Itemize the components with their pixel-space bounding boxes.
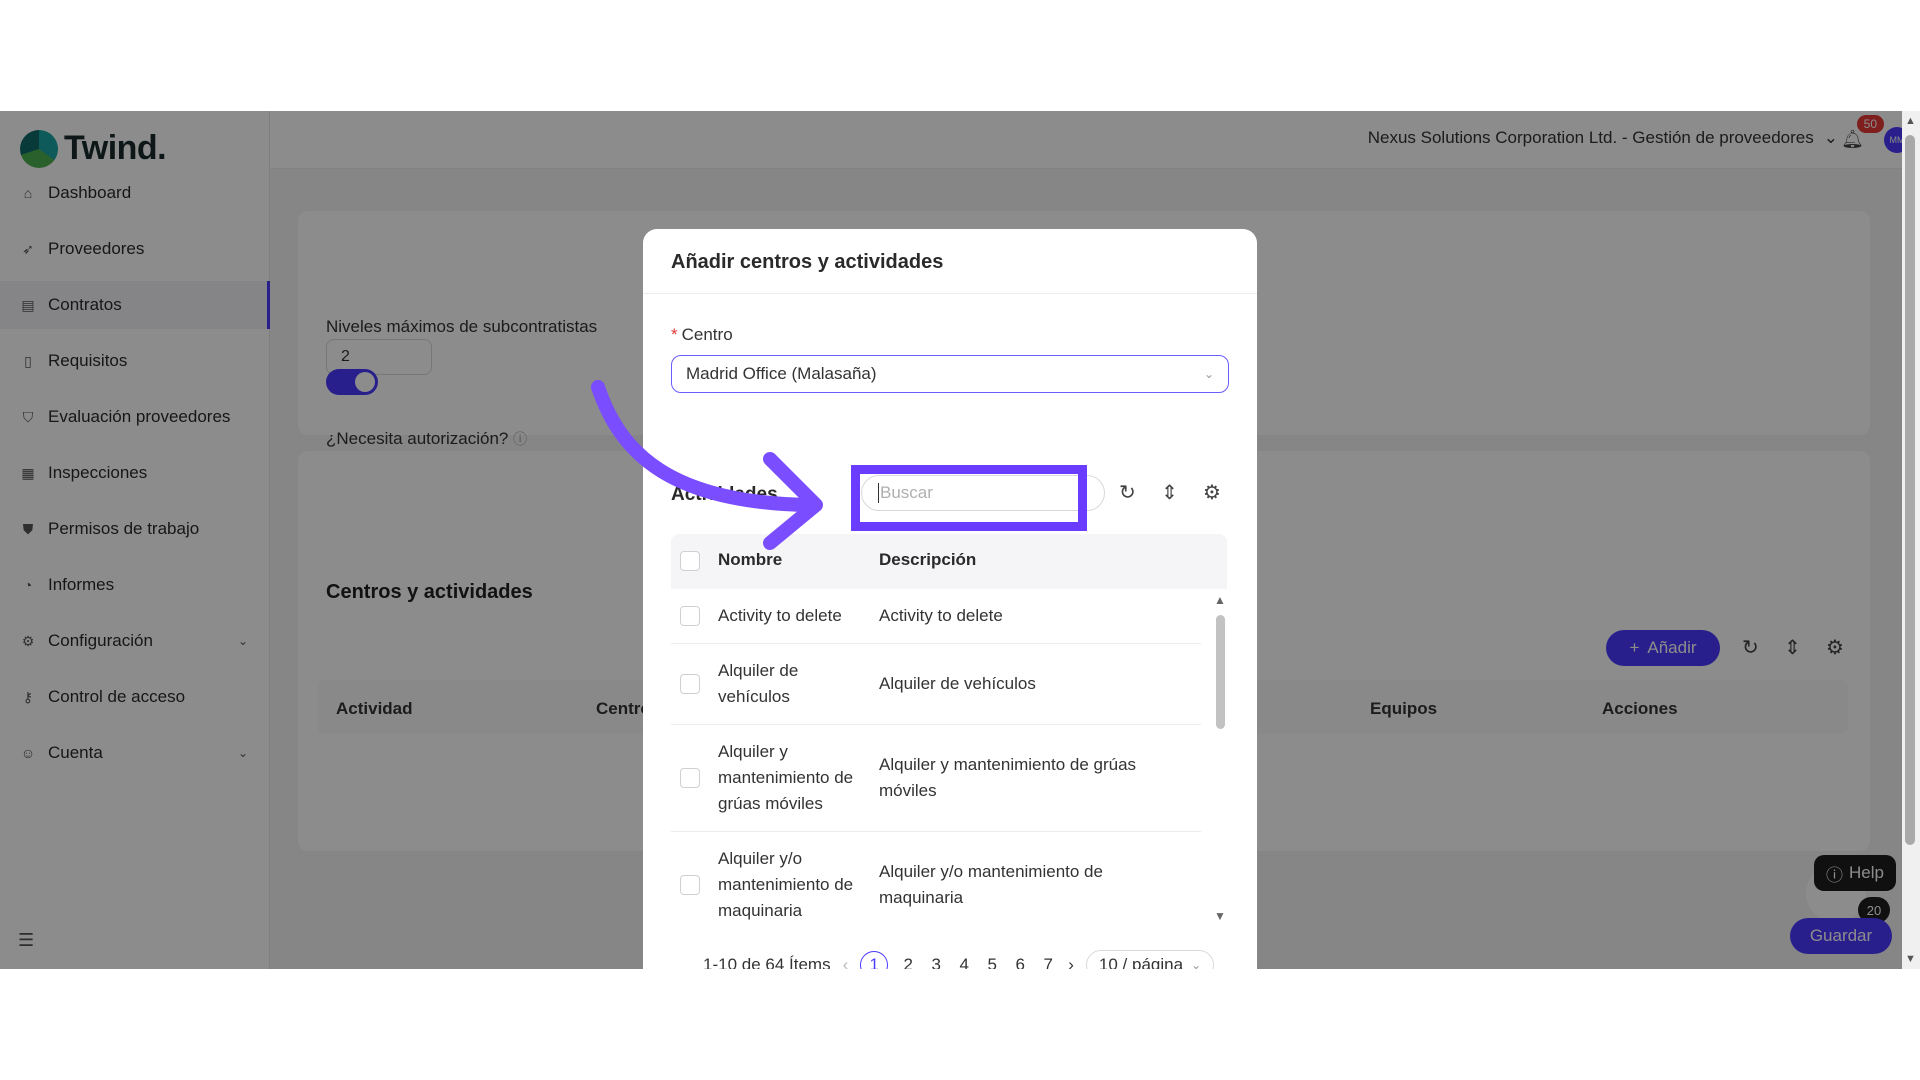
page-5[interactable]: 5: [984, 955, 1000, 969]
scroll-down-icon[interactable]: ▼: [1905, 953, 1916, 965]
scroll-up-icon[interactable]: ▲: [1214, 593, 1226, 607]
row-checkbox[interactable]: [680, 768, 700, 788]
scroll-up-icon[interactable]: ▲: [1905, 115, 1916, 127]
select-all-checkbox[interactable]: [680, 551, 700, 571]
add-centers-modal: Añadir centros y actividades * Centro Mad…: [643, 229, 1257, 969]
app-window: Twind. ⌂ Dashboard ➶ Proveedores ▤ Contr…: [0, 111, 1920, 969]
settings-icon[interactable]: ⚙: [1203, 480, 1221, 505]
column-name: Nombre: [718, 550, 783, 569]
page-7[interactable]: 7: [1040, 955, 1056, 969]
pagination: 1-10 de 64 Ítems ‹ 1 2 3 4 5 6 7 › 10 / …: [703, 949, 1233, 969]
chevron-down-icon: ⌄: [1203, 367, 1214, 381]
row-name: Alquiler de vehículos: [718, 661, 799, 706]
next-page-icon[interactable]: ›: [1068, 955, 1074, 969]
table-row[interactable]: Alquiler y mantenimiento de grúas móvile…: [671, 725, 1201, 832]
table-row[interactable]: Activity to delete Activity to delete: [671, 589, 1201, 644]
window-scrollbar-thumb[interactable]: [1905, 135, 1915, 845]
table-row[interactable]: Alquiler de vehículos Alquiler de vehícu…: [671, 644, 1201, 725]
centro-label: * Centro: [671, 325, 733, 345]
centro-label-text: Centro: [681, 325, 733, 344]
page-size-select[interactable]: 10 / página ⌄: [1085, 950, 1215, 969]
row-name: Activity to delete: [718, 606, 842, 625]
modal-title: Añadir centros y actividades: [671, 251, 944, 273]
column-description: Descripción: [879, 550, 977, 569]
row-checkbox[interactable]: [680, 875, 700, 895]
required-marker: *: [671, 325, 678, 344]
page-3[interactable]: 3: [928, 955, 944, 969]
table-scrollbar-thumb[interactable]: [1216, 615, 1225, 729]
chevron-down-icon: ⌄: [1191, 958, 1202, 969]
row-description: Alquiler de vehículos: [879, 674, 1036, 693]
refresh-icon[interactable]: ↻: [1119, 480, 1136, 505]
column-height-icon[interactable]: ⇕: [1161, 480, 1178, 505]
row-name: Alquiler y/o mantenimiento de maquinaria: [718, 849, 854, 920]
scroll-down-icon[interactable]: ▼: [1214, 909, 1226, 923]
tutorial-arrow-icon: [591, 380, 823, 550]
page-size-value: 10 / página: [1098, 955, 1184, 969]
row-description: Alquiler y mantenimiento de grúas móvile…: [879, 755, 1137, 800]
row-name: Alquiler y mantenimiento de grúas móvile…: [718, 742, 854, 813]
row-checkbox[interactable]: [680, 674, 700, 694]
row-checkbox[interactable]: [680, 606, 700, 626]
pagination-summary: 1-10 de 64 Ítems: [703, 955, 831, 969]
page-6[interactable]: 6: [1012, 955, 1028, 969]
row-description: Alquiler y/o mantenimiento de maquinaria: [879, 862, 1103, 907]
page-2[interactable]: 2: [900, 955, 916, 969]
table-row[interactable]: Alquiler y/o mantenimiento de maquinaria…: [671, 832, 1201, 939]
modal-divider: [643, 293, 1257, 294]
prev-page-icon[interactable]: ‹: [843, 955, 849, 969]
page-4[interactable]: 4: [956, 955, 972, 969]
page-1[interactable]: 1: [860, 951, 889, 969]
search-highlight-box: [851, 465, 1087, 531]
row-description: Activity to delete: [879, 606, 1003, 625]
